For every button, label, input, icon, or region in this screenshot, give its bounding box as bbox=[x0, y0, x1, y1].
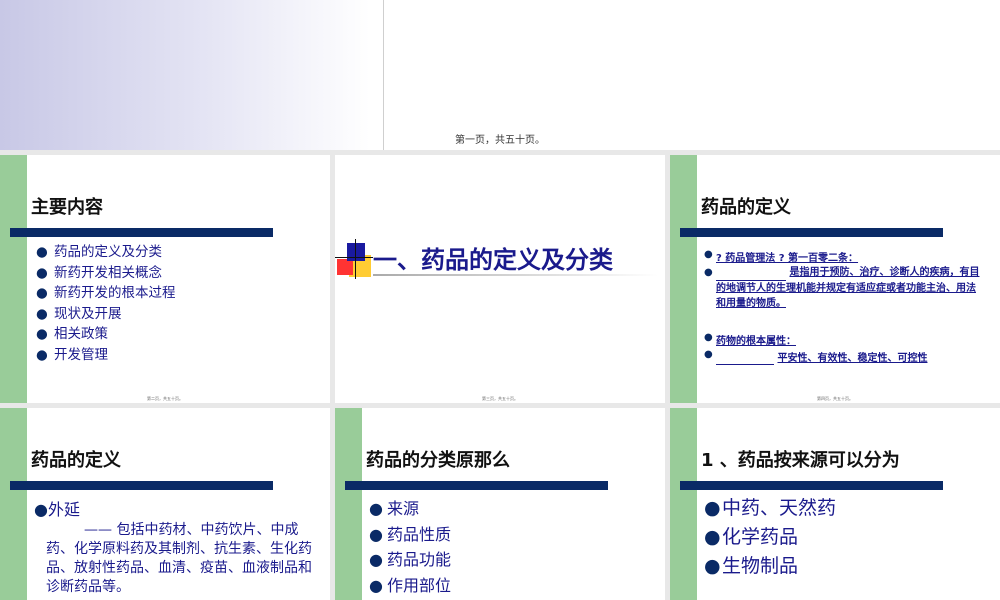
slide-thumbnail-6[interactable]: 药品的分类原那么 ● 来源 ● 药品性质 ● 药品功能 ● 作用部位 bbox=[335, 408, 665, 600]
content-list: ● 药品的定义及分类 ● 新药开发相关概念 ● 新药开发的根本过程 ● 现状及开展 ● 相… bbox=[36, 242, 176, 365]
title-underline-bar bbox=[680, 481, 943, 490]
list-item: ● 药品的定义及分类 bbox=[36, 244, 162, 260]
slide-footer: 第二页，共五十页。 bbox=[147, 396, 183, 401]
attribute-values: ● 平安性、有效性、稳定性、可控性 bbox=[704, 349, 928, 365]
body-text: —— 包括中药材、中药饮片、中成药、化学原料药及其制剂、抗生素、生化药品、放射性… bbox=[46, 522, 312, 595]
slide-thumbnail-7[interactable]: 1 、药品按来源可以分为 ● 中药、天然药 ● 化学药品 ● 生物制品 bbox=[670, 408, 1000, 600]
slide-thumbnail-3[interactable]: 一、药品的定义及分类 第三页，共五十页。 bbox=[335, 155, 665, 403]
list-item: ● 新药开发的根本过程 bbox=[36, 285, 176, 301]
slide-title: 药品的定义 bbox=[701, 197, 791, 218]
decorative-squares-icon bbox=[335, 237, 375, 282]
blank-underline bbox=[716, 265, 786, 281]
slide-thumbnail-5[interactable]: 药品的定义 ●外延 —— 包括中药材、中药饮片、中成药、化学原料药及其制剂、抗生… bbox=[0, 408, 330, 600]
green-stripe bbox=[0, 408, 27, 600]
list-item: ● 生物制品 bbox=[704, 555, 799, 577]
list-item: ● 来源 bbox=[369, 499, 420, 518]
list-item: ● 药品性质 bbox=[369, 524, 452, 544]
list-item: ● 新药开发相关概念 bbox=[36, 264, 162, 281]
slide-thumbnail-2[interactable]: 主要内容 ● 药品的定义及分类 ● 新药开发相关概念 ● 新药开发的根本过程 ● 现状及… bbox=[0, 155, 330, 403]
list-item: ● 作用部位 bbox=[369, 575, 452, 595]
green-stripe bbox=[0, 155, 27, 403]
title-underline-bar bbox=[10, 481, 273, 490]
content-list: ● 中药、天然药 ● 化学药品 ● 生物制品 bbox=[704, 494, 836, 581]
content-list: ● 来源 ● 药品性质 ● 药品功能 ● 作用部位 bbox=[369, 496, 451, 598]
green-stripe bbox=[670, 155, 697, 403]
green-stripe bbox=[670, 408, 697, 600]
list-item: ● 开发管理 bbox=[36, 346, 108, 363]
divider-line bbox=[383, 0, 384, 150]
blank-underline bbox=[716, 353, 774, 365]
list-item: ● 药品功能 bbox=[369, 550, 452, 569]
slide-footer: 第四页，共五十页。 bbox=[817, 396, 853, 401]
slide-title: 药品的定义 bbox=[31, 450, 121, 471]
slide-1-partial[interactable]: 第一页，共五十页。 bbox=[0, 0, 1000, 150]
slide-title: 1 、药品按来源可以分为 bbox=[701, 450, 900, 471]
green-stripe bbox=[335, 408, 362, 600]
section-underline bbox=[373, 274, 658, 276]
section-title: 一、药品的定义及分类 bbox=[373, 245, 613, 274]
attribute-heading: ● 药物的根本属性： bbox=[704, 332, 796, 347]
definition-text: ● 是指用于预防、治疗、诊断人的疾病，有目的地调节人的生理机能并规定有适应症或者… bbox=[704, 265, 980, 309]
slide-title: 主要内容 bbox=[31, 197, 103, 218]
list-item: ● 化学药品 bbox=[704, 526, 799, 548]
slide-thumbnail-4[interactable]: 药品的定义 ● ? 药品管理法 ? 第一百零二条： ● 是指用于预防、治疗、诊断… bbox=[670, 155, 1000, 403]
list-item: ●外延 bbox=[34, 500, 80, 519]
slide-title: 药品的分类原那么 bbox=[366, 450, 510, 471]
slide-footer: 第三页，共五十页。 bbox=[482, 396, 518, 401]
title-underline-bar bbox=[10, 228, 273, 237]
title-underline-bar bbox=[345, 481, 608, 490]
page-caption: 第一页，共五十页。 bbox=[455, 135, 545, 146]
slide-1-gradient bbox=[0, 0, 370, 150]
list-item: ● 相关政策 bbox=[36, 326, 108, 342]
list-item: ● 中药、天然药 bbox=[704, 497, 837, 519]
law-line: ● ? 药品管理法 ? 第一百零二条： bbox=[704, 249, 859, 264]
list-item: ● 现状及开展 bbox=[36, 305, 122, 322]
title-underline-bar bbox=[680, 228, 943, 237]
